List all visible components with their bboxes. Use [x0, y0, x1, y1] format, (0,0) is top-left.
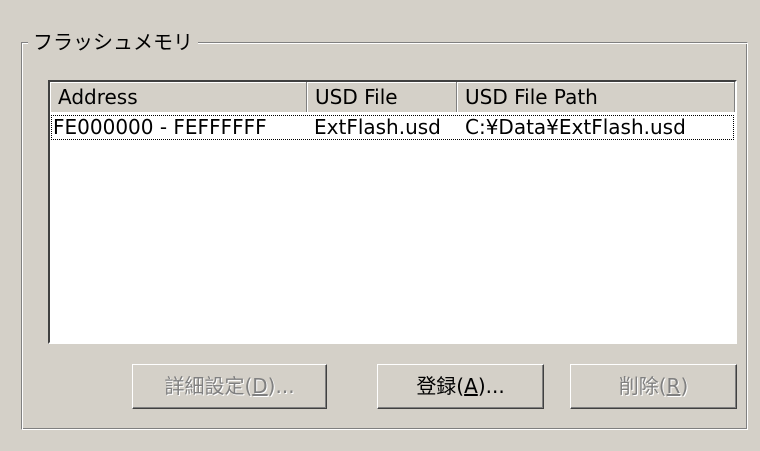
register-label: 登録( [416, 374, 465, 398]
listview-row[interactable]: FE000000 - FEFFFFFF ExtFlash.usd C:¥Data… [51, 115, 734, 140]
column-header-address[interactable]: Address [50, 82, 307, 112]
delete-mnemonic: R [666, 374, 681, 398]
row-usd-file-path: C:¥Data¥ExtFlash.usd [465, 116, 686, 139]
register-button[interactable]: 登録(A)... [377, 364, 544, 409]
column-header-usd-file[interactable]: USD File [307, 82, 457, 112]
flash-memory-listview[interactable]: Address USD File USD File Path FE000000 … [48, 80, 737, 344]
row-usd-file: ExtFlash.usd [314, 116, 441, 139]
detail-settings-button[interactable]: 詳細設定(D)... [132, 364, 327, 409]
detail-settings-suffix: )... [267, 374, 295, 398]
register-suffix: )... [477, 374, 505, 398]
register-mnemonic: A [464, 374, 478, 398]
listview-header: Address USD File USD File Path [50, 82, 735, 112]
delete-label: 削除( [618, 374, 667, 398]
delete-button[interactable]: 削除(R) [570, 364, 737, 409]
detail-settings-label: 詳細設定( [164, 374, 253, 398]
row-address: FE000000 - FEFFFFFF [53, 116, 267, 139]
column-header-usd-file-path[interactable]: USD File Path [457, 82, 735, 112]
detail-settings-mnemonic: D [252, 374, 268, 398]
delete-suffix: ) [680, 374, 689, 398]
groupbox-title: フラッシュメモリ [28, 30, 198, 54]
